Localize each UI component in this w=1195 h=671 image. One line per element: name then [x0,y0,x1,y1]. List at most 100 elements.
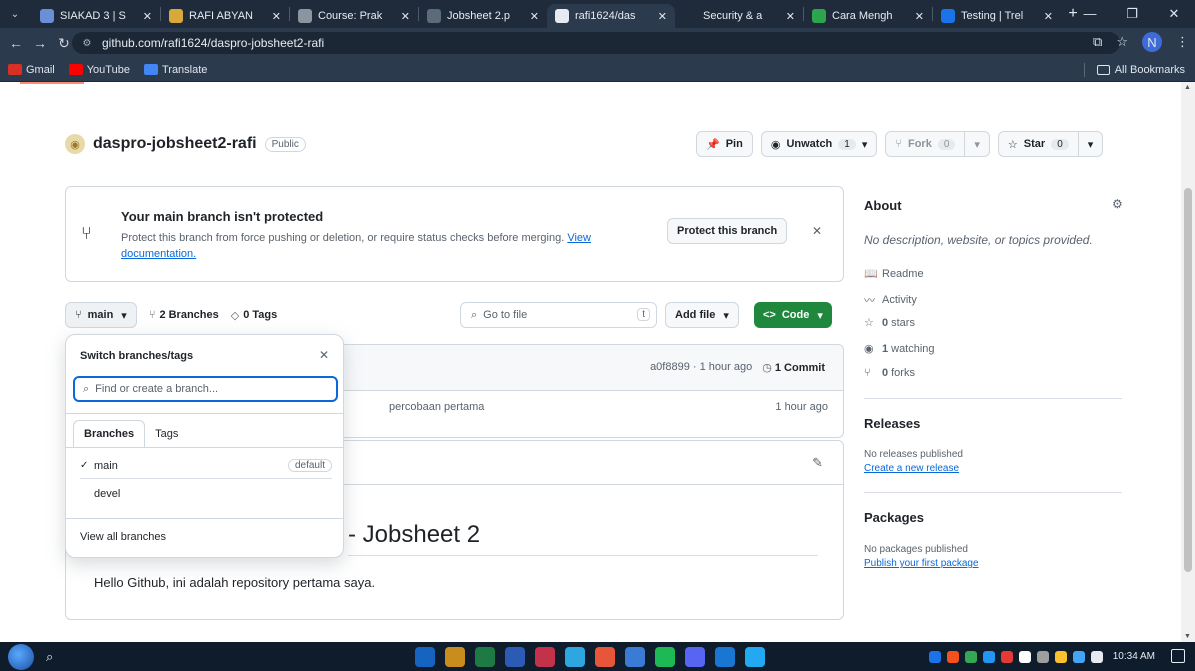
tray-icon[interactable] [1018,650,1031,663]
scrollbar-thumb[interactable] [1184,188,1192,572]
fork-main[interactable]: ⑂ Fork 0 [886,132,966,156]
search-icon[interactable]: ⌕ [46,649,53,665]
repo-name[interactable]: daspro-jobsheet2-rafi [93,135,257,153]
commits-link[interactable]: ◷ 1 Commit [762,361,825,374]
publish-package-link[interactable]: Publish your first package [864,558,979,569]
browser-tab[interactable]: SIAKAD 3 | S ✕ [32,4,160,28]
page-scrollbar[interactable]: ▲ ▼ [1181,82,1195,642]
all-bookmarks[interactable]: All Bookmarks [1083,58,1185,82]
tray-icon[interactable] [946,650,959,663]
minimize-button[interactable]: — [1069,0,1111,28]
close-tab-icon[interactable]: ✕ [658,10,667,23]
chevron-down-icon[interactable]: ▾ [965,138,989,151]
taskbar-app-icon[interactable] [505,647,525,667]
browser-tab[interactable]: Testing | Trel ✕ [933,4,1061,28]
browser-tab[interactable]: rafi1624/das ✕ [547,4,675,28]
branch-select-button[interactable]: ⑂ main ▾ [65,302,137,328]
taskbar-app-icon[interactable] [745,647,765,667]
create-release-link[interactable]: Create a new release [864,463,959,474]
pin-button[interactable]: 📌 Pin [696,131,753,157]
taskbar-app-icon[interactable] [445,647,465,667]
packages-heading[interactable]: Packages [864,510,924,525]
owner-avatar[interactable]: ◉ [65,134,85,154]
code-button[interactable]: <> Code ▾ [754,302,832,328]
branch-item[interactable]: devel [80,481,332,507]
taskbar-app-icon[interactable] [535,647,555,667]
view-all-branches-link[interactable]: View all branches [80,531,166,543]
taskbar-app-icon[interactable] [415,647,435,667]
taskbar-app-icon[interactable] [715,647,735,667]
tab-branches[interactable]: Branches [73,420,146,448]
close-tab-icon[interactable]: ✕ [915,10,924,23]
tray-icon[interactable] [982,650,995,663]
taskbar-app-icon[interactable] [685,647,705,667]
bookmark-item[interactable]: YouTube [68,64,130,76]
star-button[interactable]: ☆ Star 0 ▾ [997,131,1104,157]
watching-link[interactable]: ◉ 1 watching [864,342,935,356]
close-tab-icon[interactable]: ✕ [1044,10,1053,23]
tray-icon[interactable] [1090,650,1103,663]
close-tab-icon[interactable]: ✕ [530,10,539,23]
address-bar[interactable]: ⚙ github.com/rafi1624/daspro-jobsheet2-r… [72,32,1120,54]
fork-button[interactable]: ⑂ Fork 0 ▾ [885,131,990,157]
browser-tab[interactable]: RAFI ABYAN ✕ [161,4,289,28]
activity-link[interactable]: 〰 Activity [864,292,917,308]
protect-branch-button[interactable]: Protect this branch [667,218,788,244]
browser-tab[interactable]: Security & a ✕ [675,4,803,28]
taskbar-app-icon[interactable] [625,647,645,667]
tab-search-button[interactable]: ⌄ [4,3,26,25]
edit-pencil-icon[interactable]: ✎ [812,455,823,471]
close-icon[interactable]: ✕ [812,224,822,238]
scroll-down-icon[interactable]: ▼ [1184,633,1191,640]
profile-avatar[interactable]: N [1142,32,1162,52]
browser-tab[interactable]: Jobsheet 2.p ✕ [419,4,547,28]
tray-icon[interactable] [1072,650,1085,663]
chevron-down-icon[interactable]: ▾ [1079,138,1103,151]
site-info-icon[interactable]: ⚙ [80,36,94,50]
stars-link[interactable]: ☆ 0 stars [864,316,915,330]
back-button[interactable]: ← [4,35,28,51]
bookmark-star-icon[interactable]: ☆ [1116,34,1128,50]
readme-link[interactable]: 📖 Readme [864,267,924,281]
tray-icon[interactable] [964,650,977,663]
branch-search-input[interactable]: ⌕ Find or create a branch... [73,376,338,402]
branches-link[interactable]: ⑂ 2 Branches [149,309,219,321]
taskbar-app-icon[interactable] [655,647,675,667]
browser-tab[interactable]: Cara Mengh ✕ [804,4,932,28]
gear-icon[interactable]: ⚙ [1112,197,1123,211]
tray-icon[interactable] [1000,650,1013,663]
scroll-up-icon[interactable]: ▲ [1184,84,1191,91]
tray-icon[interactable] [1036,650,1049,663]
branch-item[interactable]: ✓ main default [80,453,332,479]
close-tab-icon[interactable]: ✕ [786,10,795,23]
taskbar-app-icon[interactable] [595,647,615,667]
forward-button[interactable]: → [28,35,52,51]
browser-menu-icon[interactable]: ⋮ [1176,34,1189,50]
taskbar-app-icon[interactable] [475,647,495,667]
restore-button[interactable]: ❐ [1111,0,1153,28]
close-icon[interactable]: ✕ [319,348,329,362]
go-to-file-input[interactable]: ⌕ Go to file t [460,302,657,328]
tab-tags[interactable]: Tags [145,420,188,448]
star-main[interactable]: ☆ Star 0 [999,132,1079,156]
start-button[interactable] [8,643,34,670]
close-window-button[interactable]: ✕ [1153,0,1195,28]
commit-hash-time[interactable]: a0f8899 · 1 hour ago [650,361,752,374]
browser-tab[interactable]: Course: Prak ✕ [290,4,418,28]
forks-link[interactable]: ⑂ 0 forks [864,367,915,379]
releases-heading[interactable]: Releases [864,416,920,431]
clock[interactable]: 10:34 AM [1113,651,1155,662]
tray-icon[interactable] [928,650,941,663]
bookmark-item[interactable]: Translate [143,64,207,76]
tray-icon[interactable] [1054,650,1067,663]
close-tab-icon[interactable]: ✕ [143,10,152,23]
bookmark-item[interactable]: Gmail [8,64,55,76]
commit-message[interactable]: percobaan pertama [389,401,484,413]
cast-icon[interactable]: ⧉ [1093,34,1102,50]
taskbar-app-icon[interactable] [565,647,585,667]
tags-link[interactable]: ◇ 0 Tags [231,309,278,322]
notification-icon[interactable] [1171,649,1185,663]
add-file-button[interactable]: Add file ▾ [665,302,739,328]
close-tab-icon[interactable]: ✕ [401,10,410,23]
close-tab-icon[interactable]: ✕ [272,10,281,23]
